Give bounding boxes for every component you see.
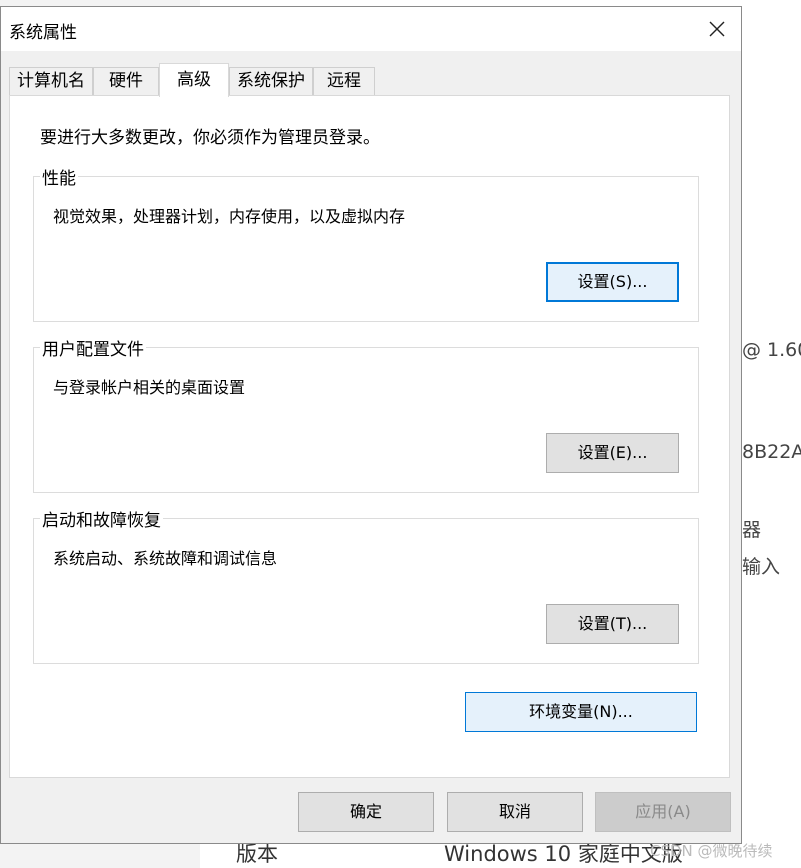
background-text-pen: 输入 bbox=[742, 556, 781, 578]
apply-button[interactable]: 应用(A) bbox=[595, 792, 731, 832]
tab-computer-name[interactable]: 计算机名 bbox=[9, 67, 93, 95]
performance-group: 性能 视觉效果，处理器计划，内存使用，以及虚拟内存 设置(S)... bbox=[33, 164, 699, 322]
ok-button[interactable]: 确定 bbox=[298, 792, 434, 832]
performance-description: 视觉效果，处理器计划，内存使用，以及虚拟内存 bbox=[53, 207, 406, 226]
admin-notice: 要进行大多数更改，你必须作为管理员登录。 bbox=[40, 128, 380, 148]
system-properties-dialog: 系统属性 计算机名 硬件 高级 系统保护 远程 要进行大多数更改，你必须作为管理… bbox=[0, 6, 742, 844]
user-profiles-settings-button[interactable]: 设置(E)... bbox=[546, 433, 679, 473]
startup-recovery-group-title: 启动和故障恢复 bbox=[40, 506, 163, 531]
user-profiles-group: 用户配置文件 与登录帐户相关的桌面设置 设置(E)... bbox=[33, 335, 699, 493]
environment-variables-button[interactable]: 环境变量(N)... bbox=[465, 692, 697, 732]
cancel-button[interactable]: 取消 bbox=[447, 792, 583, 832]
dialog-title: 系统属性 bbox=[9, 23, 77, 43]
tab-advanced[interactable]: 高级 bbox=[159, 63, 229, 97]
background-text-id: 8B22A bbox=[742, 441, 801, 463]
startup-recovery-group: 启动和故障恢复 系统启动、系统故障和调试信息 设置(T)... bbox=[33, 506, 699, 664]
tab-remote[interactable]: 远程 bbox=[313, 67, 375, 95]
close-icon bbox=[709, 21, 725, 37]
tab-hardware[interactable]: 硬件 bbox=[93, 67, 159, 95]
startup-recovery-settings-button[interactable]: 设置(T)... bbox=[546, 604, 679, 644]
user-profiles-group-title: 用户配置文件 bbox=[40, 335, 146, 360]
user-profiles-description: 与登录帐户相关的桌面设置 bbox=[53, 378, 246, 397]
background-text-type: 器 bbox=[742, 519, 762, 541]
title-bar: 系统属性 bbox=[1, 7, 741, 51]
performance-settings-button[interactable]: 设置(S)... bbox=[546, 262, 679, 302]
advanced-tab-panel: 要进行大多数更改，你必须作为管理员登录。 性能 视觉效果，处理器计划，内存使用，… bbox=[9, 95, 730, 778]
close-button[interactable] bbox=[695, 9, 739, 49]
startup-recovery-description: 系统启动、系统故障和调试信息 bbox=[53, 549, 278, 568]
background-text-cpu: @ 1.60 bbox=[742, 339, 801, 361]
tab-system-protection[interactable]: 系统保护 bbox=[229, 67, 313, 95]
performance-group-title: 性能 bbox=[40, 164, 78, 189]
